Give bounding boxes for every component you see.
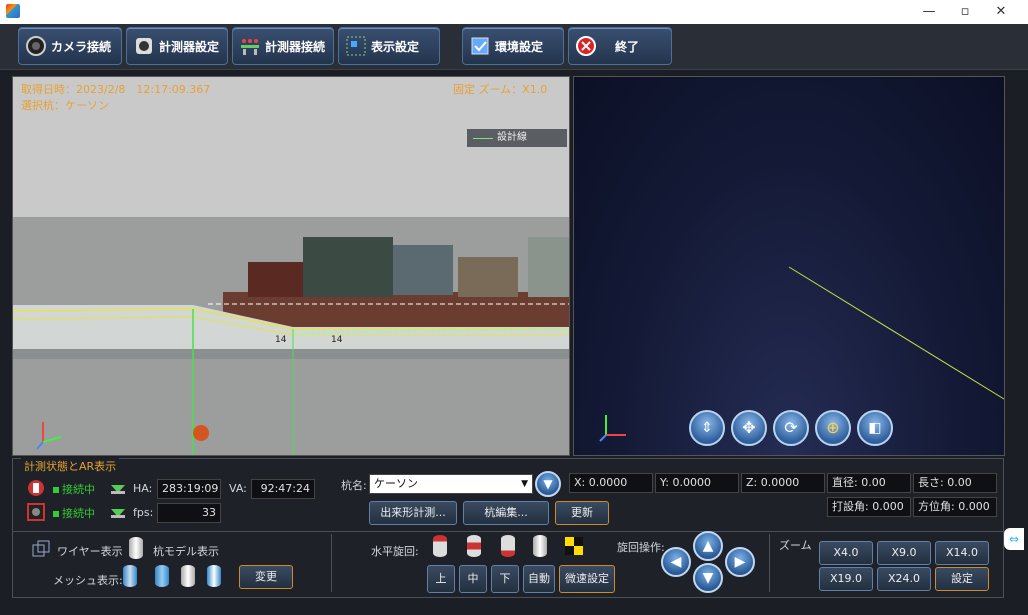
instrument-settings-icon <box>133 35 155 57</box>
measure-button[interactable]: 出来形計測... <box>369 501 457 525</box>
ha-value-field: 283:19:09 <box>157 479 221 499</box>
diameter-field: 直径: 0.00 <box>827 473 911 493</box>
status-connected-2: 接続中 <box>53 505 95 521</box>
zoom-x4-button[interactable]: X4.0 <box>819 541 873 565</box>
pile-apply-button[interactable]: ▼ <box>535 471 561 497</box>
checker-icon[interactable] <box>565 537 583 558</box>
fine-speed-button[interactable]: 微速設定 <box>559 565 615 593</box>
change-button[interactable]: 変更 <box>239 565 293 589</box>
selected-pile-label: 選択杭：ケーソン <box>21 99 109 112</box>
display-settings-icon <box>345 35 367 57</box>
y-coordinate-field: Y: 0.0000 <box>655 473 739 493</box>
edit-pile-button[interactable]: 杭編集... <box>463 501 549 525</box>
instrument-connect-icon <box>239 35 261 57</box>
maximize-button[interactable]: ▫ <box>950 2 980 22</box>
cube-icon: ◧ <box>868 420 882 436</box>
arrow-right-icon: ▶ <box>734 554 746 570</box>
arrow-up-icon: ▲ <box>702 538 714 554</box>
app-icon <box>6 4 20 18</box>
zoom-x9-button[interactable]: X9.0 <box>877 541 931 565</box>
title-bar: — ▫ ✕ <box>0 0 1028 24</box>
camera-connect-button[interactable]: カメラ接続 <box>18 27 122 65</box>
marker-label: 14 <box>331 335 343 345</box>
mesh-cylinder-icon[interactable] <box>181 565 195 587</box>
pan-up-button[interactable]: ▲ <box>693 531 723 561</box>
divider <box>331 534 332 592</box>
length-field: 長さ: 0.00 <box>913 473 997 493</box>
panel-legend: 計測状態とAR表示 <box>21 458 120 474</box>
measure-device-icon <box>27 479 45 500</box>
instrument-connect-button[interactable]: 計測器接続 <box>232 27 334 65</box>
download-icon[interactable] <box>109 477 127 498</box>
va-value-field: 92:47:24 <box>251 479 315 499</box>
azimuth-field: 方位角: 0.000 <box>913 497 997 517</box>
measurement-panel: 計測状態とAR表示 接続中 HA: 283:19:09 VA: 92:47:24… <box>12 458 1005 598</box>
divider <box>13 531 1005 532</box>
pile-top-icon[interactable] <box>433 535 447 557</box>
pan-left-button[interactable]: ◀ <box>661 547 691 577</box>
mesh-cylinder-icon[interactable] <box>155 565 169 587</box>
status-connected-1: 接続中 <box>53 481 95 497</box>
close-button[interactable]: ✕ <box>986 2 1016 22</box>
camera-view[interactable]: 取得日時：2023/2/8 12:17:09.367 選択杭：ケーソン 固定 ズ… <box>12 76 570 456</box>
z-coordinate-field: Z: 0.0000 <box>741 473 825 493</box>
fps-value-field: 33 <box>157 503 221 523</box>
dropdown-icon: ▼ <box>521 479 528 489</box>
wire-cube-icon <box>31 539 51 562</box>
display-settings-button[interactable]: 表示設定 <box>338 27 440 65</box>
environment-settings-icon <box>469 35 491 57</box>
design-line-legend: 設計線 <box>467 129 567 147</box>
side-panel-toggle[interactable]: ⇔ <box>1004 528 1024 550</box>
pan-icon: ✥ <box>742 418 756 437</box>
toolbar: カメラ接続 計測器設定 計測器接続 表示設定 環境設定 終了 <box>0 24 1028 70</box>
x-coordinate-field: X: 0.0000 <box>569 473 653 493</box>
rotate-auto-button[interactable]: 自動 <box>523 565 555 593</box>
environment-settings-button[interactable]: 環境設定 <box>462 27 564 65</box>
download-icon[interactable] <box>109 501 127 522</box>
zoom-x24-button[interactable]: X24.0 <box>877 567 931 591</box>
3d-viewer[interactable]: ⇕ ✥ ⟳ ⊕ ◧ <box>573 76 1005 456</box>
rotate-button[interactable]: ⟳ <box>773 410 809 446</box>
exit-button[interactable]: 終了 <box>568 27 672 65</box>
zoom-setting-button[interactable]: 設定 <box>935 567 989 591</box>
camera-icon <box>25 35 47 57</box>
drive-angle-field: 打設角: 0.000 <box>827 497 911 517</box>
update-button[interactable]: 更新 <box>555 501 609 525</box>
rotate-top-button[interactable]: 上 <box>427 565 455 593</box>
zoom-x19-button[interactable]: X19.0 <box>819 567 873 591</box>
rotate-icon: ⟳ <box>784 418 798 437</box>
main-views: 取得日時：2023/2/8 12:17:09.367 選択杭：ケーソン 固定 ズ… <box>10 76 1010 456</box>
rotate-bottom-button[interactable]: 下 <box>491 565 519 593</box>
camera-device-icon <box>27 503 45 524</box>
mesh-cylinder-icon[interactable] <box>123 565 137 587</box>
arrow-left-icon: ◀ <box>670 554 682 570</box>
chevron-down-icon: ▼ <box>543 477 553 491</box>
arrow-down-icon: ▼ <box>702 570 714 586</box>
3d-scene <box>599 266 1005 442</box>
pile-mid-icon[interactable] <box>467 535 481 557</box>
minimize-button[interactable]: — <box>914 2 944 22</box>
exit-icon <box>575 35 597 57</box>
target-button[interactable]: ⊕ <box>815 410 851 446</box>
cube-view-button[interactable]: ◧ <box>857 410 893 446</box>
pile-auto-icon[interactable] <box>533 535 547 557</box>
pan-down-button[interactable]: ▼ <box>693 563 723 593</box>
pile-bottom-icon[interactable] <box>501 535 515 557</box>
tilt-icon: ⇕ <box>701 420 713 436</box>
pile-name-select[interactable]: ケーソン ▼ <box>369 474 533 494</box>
marker-label: 14 <box>275 335 287 345</box>
swap-icon: ⇔ <box>1008 532 1020 546</box>
pan-button[interactable]: ✥ <box>731 410 767 446</box>
pile-model-icon <box>129 537 143 559</box>
zoom-x14-button[interactable]: X14.0 <box>935 541 989 565</box>
divider <box>769 534 770 592</box>
camera-zoom-label: 固定 ズーム：X1.0 <box>453 83 548 96</box>
rotate-mid-button[interactable]: 中 <box>459 565 487 593</box>
pan-right-button[interactable]: ▶ <box>725 547 755 577</box>
target-icon: ⊕ <box>826 418 840 437</box>
instrument-settings-button[interactable]: 計測器設定 <box>126 27 228 65</box>
tilt-button[interactable]: ⇕ <box>689 410 725 446</box>
acquired-datetime: 取得日時：2023/2/8 12:17:09.367 <box>21 83 211 96</box>
mesh-cylinder-icon[interactable] <box>207 565 221 587</box>
